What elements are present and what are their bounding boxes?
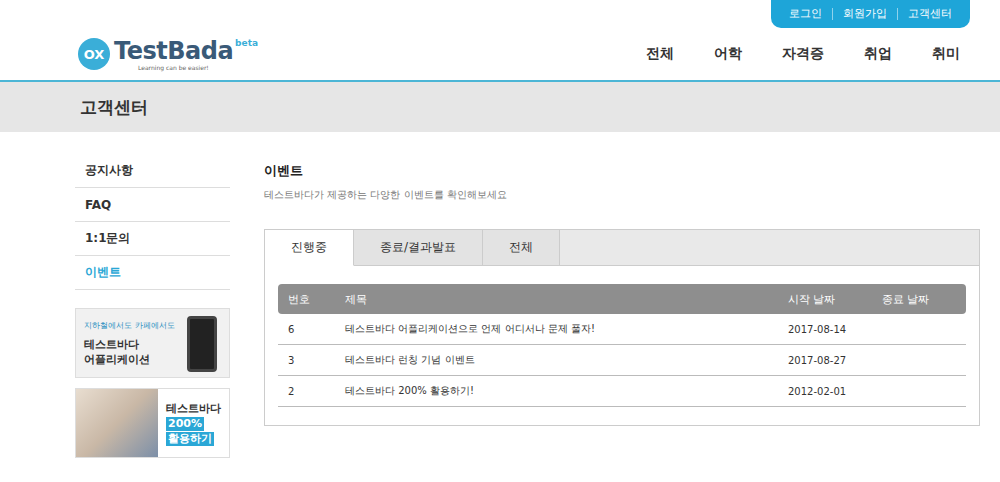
table-header: 번호제목시작 날짜종료 날짜 (278, 284, 966, 314)
table-cell: 6 (278, 324, 335, 335)
banner-title: 테스트바다 (166, 401, 229, 416)
banner-highlight: 200% (166, 417, 204, 431)
sidebar-banner[interactable]: 지하철에서도 카페에서도테스트바다어플리케이션 (75, 308, 230, 378)
logo-tagline: Learning can be easier! (138, 64, 258, 71)
section-subtitle: 테스트바다가 제공하는 다양한 이벤트를 확인해보세요 (264, 188, 980, 202)
nav-item[interactable]: 어학 (714, 45, 742, 63)
tab[interactable]: 종료/결과발표 (354, 230, 483, 266)
sidebar-banner[interactable]: 테스트바다200%활용하기 (75, 388, 230, 458)
logo-badge: beta (235, 38, 258, 48)
content: 공지사항FAQ1:1문의이벤트지하철에서도 카페에서도테스트바다어플리케이션테스… (0, 132, 1000, 458)
nav-item[interactable]: 자격증 (782, 45, 824, 63)
nav-item[interactable]: 전체 (646, 45, 674, 63)
column-header: 제목 (335, 292, 778, 307)
sidebar-item[interactable]: FAQ (75, 188, 230, 222)
logo-texts: TestBadabetaLearning can be easier! (114, 38, 258, 71)
main-nav: 전체 어학 자격증 취업 취미 (646, 45, 960, 63)
tab[interactable]: 진행중 (265, 230, 354, 266)
topbar-link[interactable]: 회원가입 (832, 8, 897, 20)
table-cell: 3 (278, 355, 335, 366)
main: 이벤트테스트바다가 제공하는 다양한 이벤트를 확인해보세요진행중종료/결과발표… (264, 154, 980, 458)
page-title: 고객센터 (80, 96, 148, 119)
section-title: 이벤트 (264, 162, 980, 180)
banner-photo (76, 389, 158, 457)
banner-caption: 지하철에서도 카페에서도 (84, 320, 187, 331)
column-header: 종료 날짜 (872, 292, 966, 307)
topbar-link[interactable]: 고객센터 (897, 8, 962, 20)
banner-highlight: 활용하기 (166, 432, 214, 446)
banner-title: 테스트바다 (84, 337, 187, 352)
table-row[interactable]: 6테스트바다 어플리케이션으로 언제 어디서나 문제 풀자!2017-08-14 (278, 314, 966, 345)
banner-text: 지하철에서도 카페에서도테스트바다어플리케이션 (76, 309, 187, 377)
sidebar-item[interactable]: 공지사항 (75, 154, 230, 188)
tab-panel: 번호제목시작 날짜종료 날짜6테스트바다 어플리케이션으로 언제 어디서나 문제… (264, 266, 980, 426)
tab-bar: 진행중종료/결과발표전체 (264, 229, 980, 266)
logo[interactable]: OXTestBadabetaLearning can be easier! (78, 38, 258, 71)
column-header: 시작 날짜 (778, 292, 872, 307)
phone-icon (187, 316, 217, 372)
table-cell: 2017-08-27 (778, 355, 872, 366)
page: 로그인회원가입고객센터OXTestBadabetaLearning can be… (0, 0, 1000, 482)
sidebar-item[interactable]: 1:1문의 (75, 222, 230, 256)
nav-item[interactable]: 취업 (864, 45, 892, 63)
sidebar: 공지사항FAQ1:1문의이벤트지하철에서도 카페에서도테스트바다어플리케이션테스… (75, 154, 230, 458)
table-cell: 테스트바다 어플리케이션으로 언제 어디서나 문제 풀자! (335, 322, 778, 336)
tab[interactable]: 전체 (483, 230, 560, 266)
page-band: 고객센터 (0, 82, 1000, 132)
table-cell: 2012-02-01 (778, 386, 872, 397)
event-table: 번호제목시작 날짜종료 날짜6테스트바다 어플리케이션으로 언제 어디서나 문제… (278, 284, 966, 407)
nav-item[interactable]: 취미 (932, 45, 960, 63)
logo-mark: OX (78, 38, 110, 70)
table-cell: 2 (278, 386, 335, 397)
header: OXTestBadabetaLearning can be easier!전체어… (0, 28, 1000, 82)
table-cell: 2017-08-14 (778, 324, 872, 335)
logo-name: TestBada (114, 38, 233, 64)
table-row[interactable]: 3테스트바다 런칭 기념 이벤트2017-08-27 (278, 345, 966, 376)
banner-title: 어플리케이션 (84, 352, 187, 367)
table-cell: 테스트바다 200% 활용하기! (335, 384, 778, 398)
column-header: 번호 (278, 292, 335, 307)
tab-bar-fill (560, 230, 979, 266)
topbar-row: 로그인회원가입고객센터 (0, 0, 1000, 28)
sidebar-item[interactable]: 이벤트 (75, 256, 230, 290)
topbar-link[interactable]: 로그인 (779, 8, 832, 20)
banner-text: 테스트바다200%활용하기 (158, 389, 229, 457)
logo-name-row: TestBadabeta (114, 38, 258, 64)
topbar: 로그인회원가입고객센터 (771, 0, 970, 28)
table-row[interactable]: 2테스트바다 200% 활용하기!2012-02-01 (278, 376, 966, 407)
table-cell: 테스트바다 런칭 기념 이벤트 (335, 353, 778, 367)
